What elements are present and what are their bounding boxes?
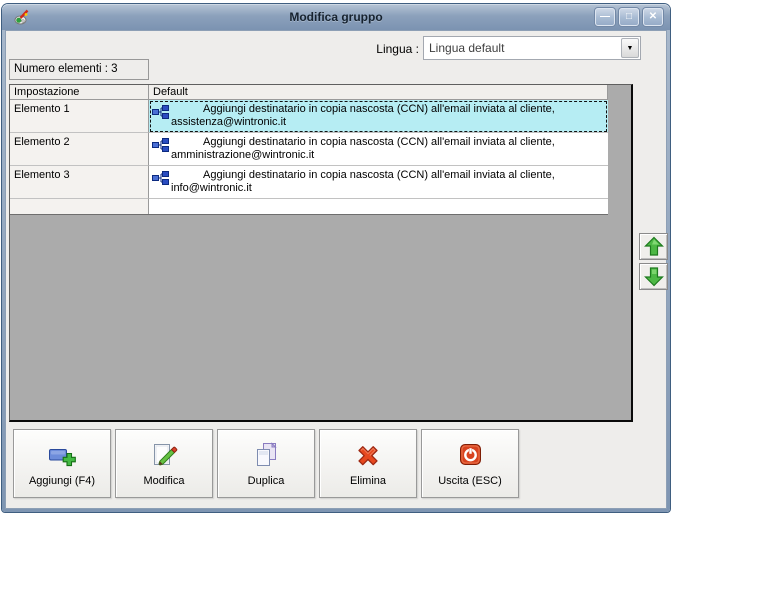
duplicate-icon [257, 441, 277, 466]
exit-button[interactable]: Uscita (ESC) [421, 429, 519, 498]
settings-grid: Impostazione Default Elemento 1 Aggiungi… [10, 85, 608, 215]
row-name-cell[interactable]: Elemento 3 [10, 166, 149, 199]
tree-node-icon [152, 105, 169, 119]
table-row[interactable]: Elemento 1 Aggiungi destinatario in copi… [10, 100, 608, 133]
grid-header: Impostazione Default [10, 85, 608, 100]
exit-button-label: Uscita (ESC) [438, 474, 502, 487]
row-value-cell[interactable]: Aggiungi destinatario in copia nascosta … [149, 166, 608, 199]
arrow-up-icon [643, 236, 664, 256]
edit-button[interactable]: Modifica [115, 429, 213, 498]
row-name-cell[interactable]: Elemento 2 [10, 133, 149, 166]
row-value-cell-selected[interactable]: Aggiungi destinatario in copia nascosta … [149, 100, 608, 133]
edit-icon [154, 443, 178, 466]
table-row[interactable]: Elemento 2 Aggiungi destinatario in copi… [10, 133, 608, 166]
element-count-label: Numero elementi : 3 [9, 59, 149, 80]
move-down-button[interactable] [639, 263, 668, 290]
dialog-client-area: Lingua : Lingua default ▼ Numero element… [5, 30, 668, 509]
delete-x-icon [358, 445, 378, 465]
row-value-cell[interactable]: Aggiungi destinatario in copia nascosta … [149, 133, 608, 166]
add-button-label: Aggiungi (F4) [28, 474, 96, 487]
row-email: assistenza@wintronic.it [171, 116, 287, 128]
chevron-down-icon[interactable]: ▼ [621, 38, 639, 58]
table-row[interactable]: Elemento 3 Aggiungi destinatario in copi… [10, 166, 608, 199]
power-exit-icon [460, 443, 481, 465]
tree-node-icon [152, 138, 169, 152]
arrow-down-icon [643, 267, 664, 287]
add-icon [49, 448, 76, 466]
action-toolbar: Aggiungi (F4) Modifica Duplica Elimina U… [13, 429, 519, 498]
window-title: Modifica gruppo [289, 10, 383, 24]
delete-button[interactable]: Elimina [319, 429, 417, 498]
row-name-cell[interactable]: Elemento 1 [10, 100, 149, 133]
move-up-button[interactable] [639, 233, 668, 260]
grid-panel: Impostazione Default Elemento 1 Aggiungi… [9, 84, 633, 422]
row-description: Aggiungi destinatario in copia nascosta … [203, 136, 555, 148]
edit-button-label: Modifica [143, 474, 185, 487]
tree-node-icon [152, 171, 169, 185]
delete-button-label: Elimina [349, 474, 387, 487]
language-dropdown[interactable]: Lingua default ▼ [423, 36, 641, 60]
column-header-impostazione[interactable]: Impostazione [10, 85, 149, 100]
empty-row[interactable] [10, 199, 608, 214]
column-header-default[interactable]: Default [149, 85, 608, 100]
duplicate-button-label: Duplica [247, 474, 285, 487]
language-selected-value: Lingua default [429, 41, 505, 55]
dialog-window: Modifica gruppo — □ ✕ Lingua : Lingua de… [2, 4, 670, 512]
add-button[interactable]: Aggiungi (F4) [13, 429, 111, 498]
titlebar: Modifica gruppo — □ ✕ [2, 4, 670, 30]
language-label: Lingua : [376, 42, 419, 56]
close-button[interactable]: ✕ [643, 8, 663, 26]
duplicate-button[interactable]: Duplica [217, 429, 315, 498]
maximize-button[interactable]: □ [619, 8, 639, 26]
row-email: amministrazione@wintronic.it [171, 149, 315, 161]
minimize-button[interactable]: — [595, 8, 615, 26]
row-email: info@wintronic.it [171, 182, 252, 194]
row-description: Aggiungi destinatario in copia nascosta … [203, 169, 555, 181]
row-description: Aggiungi destinatario in copia nascosta … [203, 103, 555, 115]
